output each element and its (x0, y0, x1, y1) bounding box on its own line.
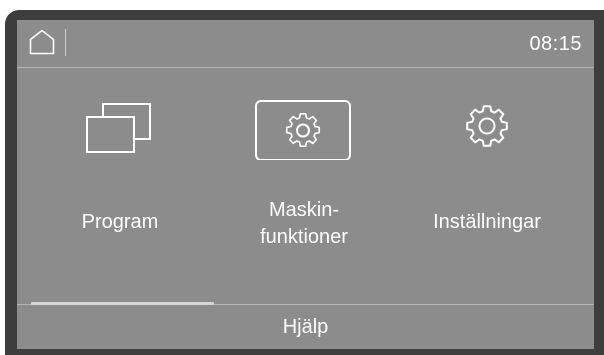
gear-icon (214, 90, 394, 161)
home-icon[interactable] (29, 29, 55, 55)
windows-stack-icon (30, 90, 210, 160)
tile-program[interactable]: Program (30, 90, 210, 290)
header-divider (65, 29, 66, 56)
tile-machine-functions-label-line1: Maskin- (268, 199, 339, 221)
tile-machine-functions[interactable]: Maskin- funktioner (214, 90, 394, 290)
header-separator (17, 67, 594, 68)
tile-machine-functions-label-line2: funktioner (260, 226, 348, 248)
tile-program-label: Program (81, 211, 159, 233)
gear-icon (397, 90, 577, 160)
tile-settings-label: Inställningar (433, 211, 541, 233)
tile-settings[interactable]: Inställningar (397, 90, 577, 290)
status-bar: 08:15 (17, 20, 594, 67)
page-scroll-indicator (31, 302, 214, 305)
clock: 08:15 (529, 33, 582, 55)
help-button[interactable]: Hjälp (17, 307, 594, 349)
display-screen: 08:15 Program Maskin- funktioner Inställ… (17, 20, 594, 349)
